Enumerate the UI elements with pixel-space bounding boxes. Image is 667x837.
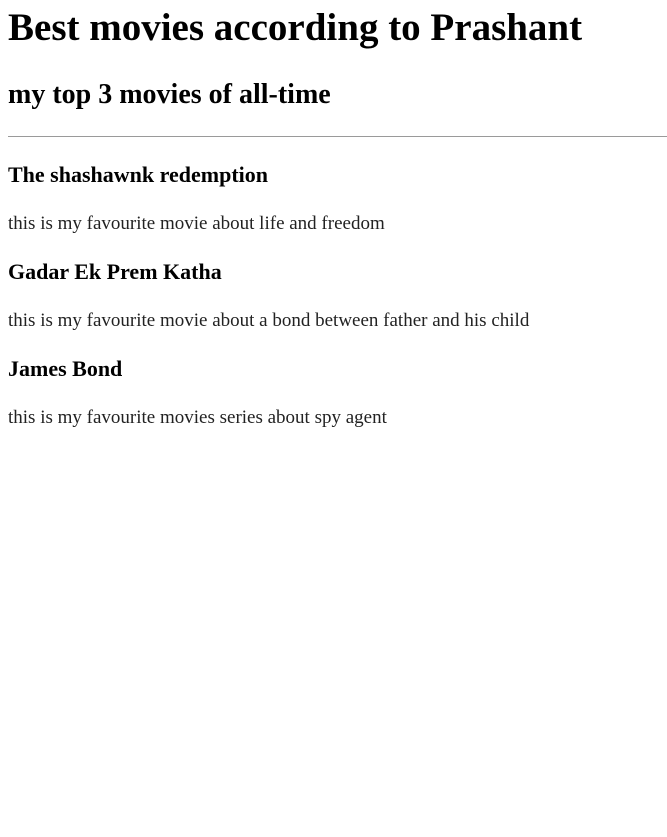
movie-title-3: James Bond xyxy=(8,356,123,381)
movie-title-2: Gadar Ek Prem Katha xyxy=(8,259,222,284)
movie-description-2: this is my favourite movie about a bond … xyxy=(8,310,530,331)
divider xyxy=(8,136,667,137)
movie-title-1: The shashawnk redemption xyxy=(8,162,268,187)
page-subtitle: my top 3 movies of all-time xyxy=(8,79,331,110)
movie-description-1: this is my favourite movie about life an… xyxy=(8,213,385,234)
page: Best movies according to Prashant my top… xyxy=(0,0,667,837)
movie-description-3: this is my favourite movies series about… xyxy=(8,407,387,428)
page-title: Best movies according to Prashant xyxy=(8,6,583,49)
